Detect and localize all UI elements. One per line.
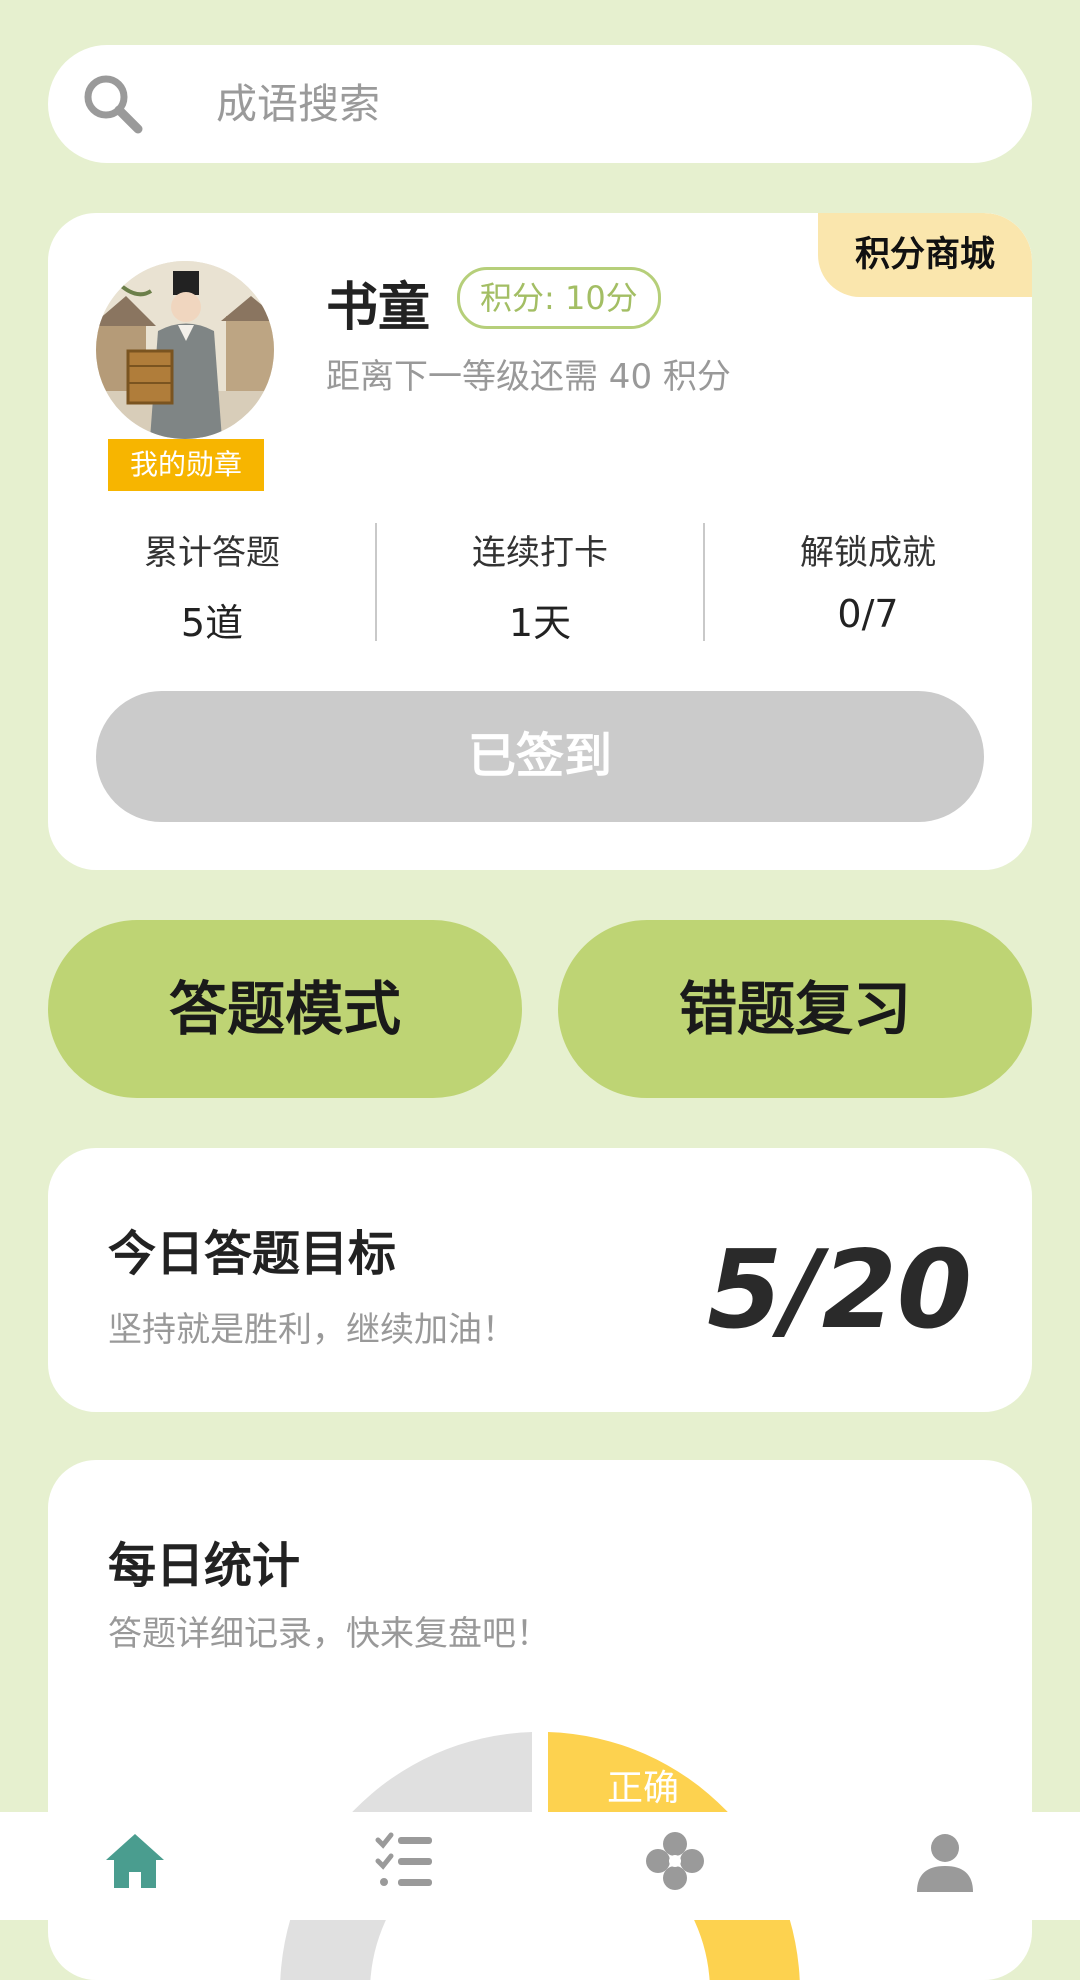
user-icon — [917, 1834, 973, 1892]
stat-label: 解锁成就 — [800, 533, 936, 573]
checklist-icon — [375, 1832, 432, 1886]
nav-profile[interactable] — [810, 1812, 1080, 1920]
wrong-review-button[interactable]: 错题复习 — [558, 920, 1032, 1098]
search-input[interactable]: 成语搜索 — [216, 45, 380, 163]
goal-subtitle: 坚持就是胜利，继续加油！ — [108, 1310, 516, 1350]
goal-title: 今日答题目标 — [108, 1226, 397, 1282]
stat-streak: 连续打卡 1天 — [376, 513, 704, 645]
daily-stats-title: 每日统计 — [108, 1538, 301, 1594]
daily-stats-subtitle: 答题详细记录，快来复盘吧！ — [108, 1614, 550, 1654]
home-icon — [106, 1834, 164, 1888]
my-medals-button[interactable]: 我的勋章 — [108, 439, 264, 491]
profile-card: 积分商城 我的勋章 书童 积分: 10分 距离下一等级还需 40 积分 累计答题… — [48, 213, 1032, 870]
donut-label-correct: 正确 — [607, 1768, 679, 1809]
answer-mode-button[interactable]: 答题模式 — [48, 920, 522, 1098]
stat-label: 连续打卡 — [472, 533, 608, 573]
stats-row: 累计答题 5道 连续打卡 1天 解锁成就 0/7 — [48, 513, 1032, 645]
level-progress-hint: 距离下一等级还需 40 积分 — [326, 357, 731, 397]
stat-label: 累计答题 — [144, 533, 280, 573]
stat-value: 0/7 — [837, 592, 899, 636]
scholar-avatar-image — [96, 261, 274, 439]
search-icon — [84, 75, 143, 134]
avatar[interactable] — [96, 261, 274, 439]
search-bar[interactable]: 成语搜索 — [48, 45, 1032, 163]
stat-achievements: 解锁成就 0/7 — [704, 513, 1032, 636]
stat-value: 1天 — [508, 601, 572, 645]
nav-discover[interactable] — [540, 1812, 810, 1920]
user-level-name: 书童 — [326, 278, 431, 338]
points-mall-button[interactable]: 积分商城 — [818, 213, 1032, 297]
checkin-button[interactable]: 已签到 — [96, 691, 984, 822]
nav-home[interactable] — [0, 1812, 270, 1920]
goal-progress-value: 5/20 — [707, 1228, 972, 1353]
stat-total-answers: 累计答题 5道 — [48, 513, 376, 645]
nav-questions[interactable] — [270, 1812, 540, 1920]
clover-icon — [646, 1832, 704, 1890]
stat-value: 5道 — [180, 601, 244, 645]
daily-goal-card: 今日答题目标 坚持就是胜利，继续加油！ 5/20 — [48, 1148, 1032, 1412]
points-badge: 积分: 10分 — [457, 267, 661, 329]
bottom-nav — [0, 1812, 1080, 1920]
